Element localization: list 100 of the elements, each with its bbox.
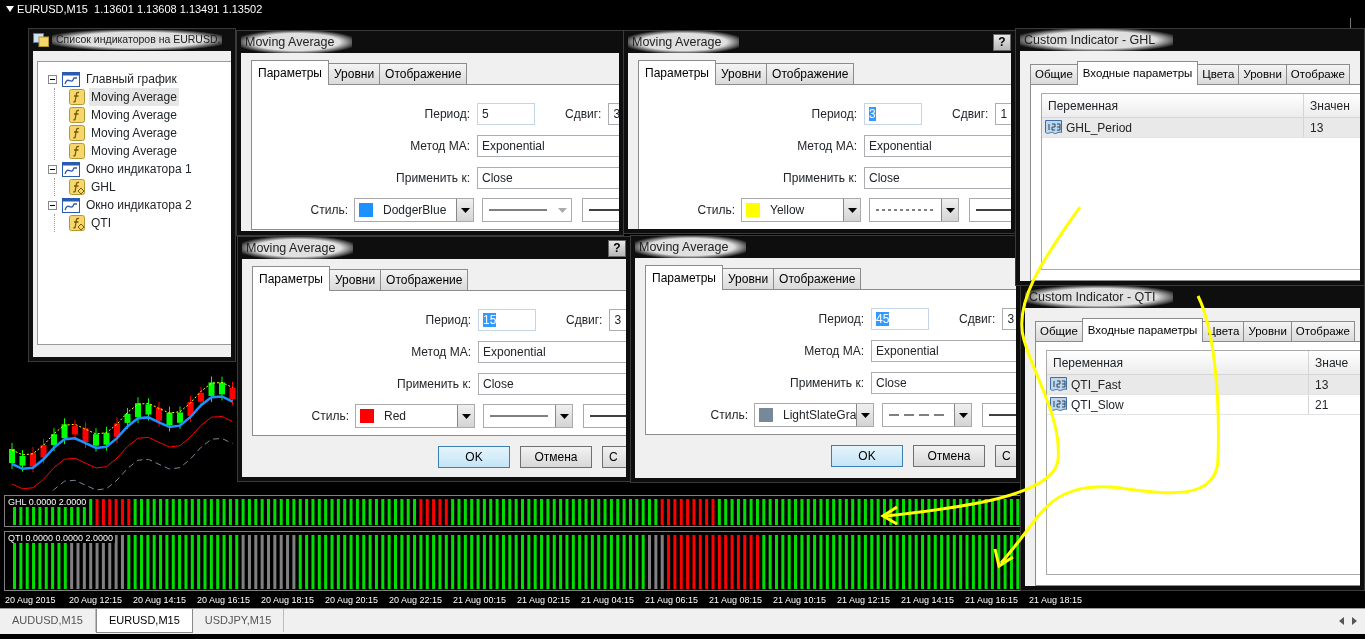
time-label: 20 Aug 18:15 bbox=[261, 594, 316, 607]
dialog-button[interactable]: OK bbox=[438, 446, 510, 468]
field-label: Стиль: bbox=[709, 407, 748, 424]
dropdown-arrow-icon[interactable] bbox=[6, 6, 14, 12]
method-dropdown[interactable]: Exponential bbox=[478, 341, 626, 363]
line-width-dropdown[interactable] bbox=[982, 403, 1016, 427]
apply-to-dropdown[interactable]: Close bbox=[478, 373, 626, 395]
method-dropdown[interactable]: Exponential bbox=[864, 135, 1011, 157]
dialog-tab[interactable]: Уровни bbox=[714, 63, 768, 84]
method-dropdown[interactable]: Exponential bbox=[871, 340, 1016, 362]
table-row[interactable]: GHL_Period 13 bbox=[1042, 118, 1360, 138]
dialog-tab[interactable]: Входные параметры bbox=[1076, 60, 1199, 85]
color-dropdown[interactable]: Red bbox=[355, 404, 475, 428]
tree-item[interactable]: QTI bbox=[89, 214, 113, 232]
apply-to-dropdown[interactable]: Close bbox=[871, 372, 1016, 394]
candle bbox=[229, 381, 236, 406]
dialog-tab[interactable]: Уровни bbox=[1243, 320, 1292, 341]
dialog-tab[interactable]: Параметры bbox=[251, 60, 329, 85]
tree-item[interactable]: Окно индикатора 2 bbox=[84, 196, 194, 214]
field-label: Применить к: bbox=[782, 170, 857, 187]
candle bbox=[198, 386, 204, 409]
dialog-tab[interactable]: Общие bbox=[1035, 320, 1083, 341]
dialog-tab[interactable]: Отображе bbox=[1285, 63, 1350, 84]
dialog-tab[interactable]: Отображение bbox=[379, 63, 468, 84]
field-label: Сдвиг: bbox=[959, 311, 996, 328]
shift-field[interactable]: 3 bbox=[609, 309, 626, 331]
dialog-tab[interactable]: Уровни bbox=[721, 268, 775, 289]
dialog-tab[interactable]: Параметры bbox=[638, 60, 716, 85]
field-label: Период: bbox=[423, 106, 470, 123]
apply-to-dropdown[interactable]: Close bbox=[864, 167, 1011, 189]
color-dropdown[interactable]: Yellow bbox=[741, 198, 861, 222]
chart-tab[interactable]: EURUSD,M15 bbox=[95, 609, 193, 633]
dialog-button[interactable]: С bbox=[995, 445, 1016, 467]
collapse-icon[interactable] bbox=[48, 164, 57, 174]
column-header: Значе bbox=[1314, 355, 1349, 370]
dialog-tab[interactable]: Уровни bbox=[328, 269, 382, 290]
parameter-value: 13 bbox=[1309, 119, 1324, 137]
line-style-dropdown[interactable] bbox=[882, 403, 972, 427]
dialog-tab[interactable]: Отображение bbox=[380, 269, 469, 290]
tree-item[interactable]: Окно индикатора 1 bbox=[84, 160, 194, 178]
help-button[interactable]: ? bbox=[608, 239, 626, 257]
line-style-dropdown[interactable] bbox=[869, 198, 959, 222]
dialog-button[interactable]: Отмена bbox=[520, 446, 592, 468]
time-label: 21 Aug 02:15 bbox=[517, 594, 572, 607]
tree-item[interactable]: Moving Average bbox=[89, 142, 179, 160]
dialog-tab[interactable]: Отображение bbox=[766, 63, 855, 84]
line-width-dropdown[interactable] bbox=[583, 404, 626, 428]
dialog-tab[interactable]: Уровни bbox=[327, 63, 381, 84]
parameter-name: QTI_Fast bbox=[1071, 376, 1121, 394]
color-dropdown[interactable]: LightSlateGra bbox=[754, 403, 874, 427]
shift-field[interactable]: 3 bbox=[608, 103, 619, 125]
dialog-tab[interactable]: Параметры bbox=[645, 265, 723, 290]
collapse-icon[interactable] bbox=[48, 74, 57, 84]
field-label: Сдвиг: bbox=[952, 106, 989, 123]
period-field[interactable]: 5 bbox=[477, 103, 535, 125]
shift-field[interactable]: 3 bbox=[1002, 308, 1016, 330]
dialog-button[interactable]: OK bbox=[831, 445, 903, 467]
scroll-right-icon[interactable] bbox=[1352, 617, 1357, 625]
parameter-name: GHL_Period bbox=[1066, 119, 1133, 137]
scroll-left-icon[interactable] bbox=[1339, 617, 1344, 625]
window-title: Moving Average bbox=[242, 237, 354, 260]
dialog-tab[interactable]: Входные параметры bbox=[1081, 317, 1204, 342]
line-width-dropdown[interactable] bbox=[969, 198, 1011, 222]
collapse-icon[interactable] bbox=[48, 200, 57, 210]
dialog-tab[interactable]: Отображе bbox=[1290, 320, 1355, 341]
time-label: 21 Aug 10:15 bbox=[773, 594, 828, 607]
color-dropdown[interactable]: DodgerBlue bbox=[354, 198, 474, 222]
line-style-dropdown[interactable] bbox=[482, 198, 572, 222]
field-label: Стиль: bbox=[309, 202, 348, 219]
time-label: 20 Aug 16:15 bbox=[197, 594, 252, 607]
tree-item[interactable]: Moving Average bbox=[89, 124, 179, 142]
line-width-dropdown[interactable] bbox=[582, 198, 619, 222]
method-dropdown[interactable]: Exponential bbox=[477, 135, 619, 157]
table-row[interactable]: QTI_Fast 13 bbox=[1047, 375, 1360, 395]
dialog-tab[interactable]: Отображение bbox=[773, 268, 862, 289]
line-width-icon bbox=[974, 208, 1011, 212]
window-title: Moving Average bbox=[635, 236, 747, 259]
dialog-tab[interactable]: Уровни bbox=[1238, 63, 1287, 84]
table-row[interactable]: QTI_Slow 21 bbox=[1047, 395, 1360, 415]
candle bbox=[51, 427, 57, 452]
candle bbox=[166, 406, 173, 432]
field-label: Сдвиг: bbox=[565, 106, 602, 123]
tree-item[interactable]: Moving Average bbox=[89, 88, 179, 106]
shift-field[interactable]: 1 bbox=[995, 103, 1011, 125]
parameter-value: 13 bbox=[1314, 376, 1329, 394]
dialog-tab[interactable]: Общие bbox=[1030, 63, 1078, 84]
candle bbox=[145, 397, 152, 421]
candle bbox=[156, 401, 162, 428]
dialog-button[interactable]: С bbox=[602, 446, 626, 468]
dialog-button[interactable]: Отмена bbox=[913, 445, 985, 467]
line-style-dropdown[interactable] bbox=[483, 404, 573, 428]
tree-item[interactable]: Moving Average bbox=[89, 106, 179, 124]
dialog-tab[interactable]: Цвета bbox=[1197, 63, 1240, 84]
apply-to-dropdown[interactable]: Close bbox=[477, 167, 619, 189]
tree-item[interactable]: Главный график bbox=[84, 70, 179, 88]
tree-item[interactable]: GHL bbox=[89, 178, 118, 196]
dialog-tab[interactable]: Параметры bbox=[252, 266, 330, 291]
field-label: Метод MA: bbox=[796, 138, 857, 155]
help-button[interactable]: ? bbox=[993, 33, 1011, 51]
time-label: 20 Aug 22:15 bbox=[389, 594, 444, 607]
